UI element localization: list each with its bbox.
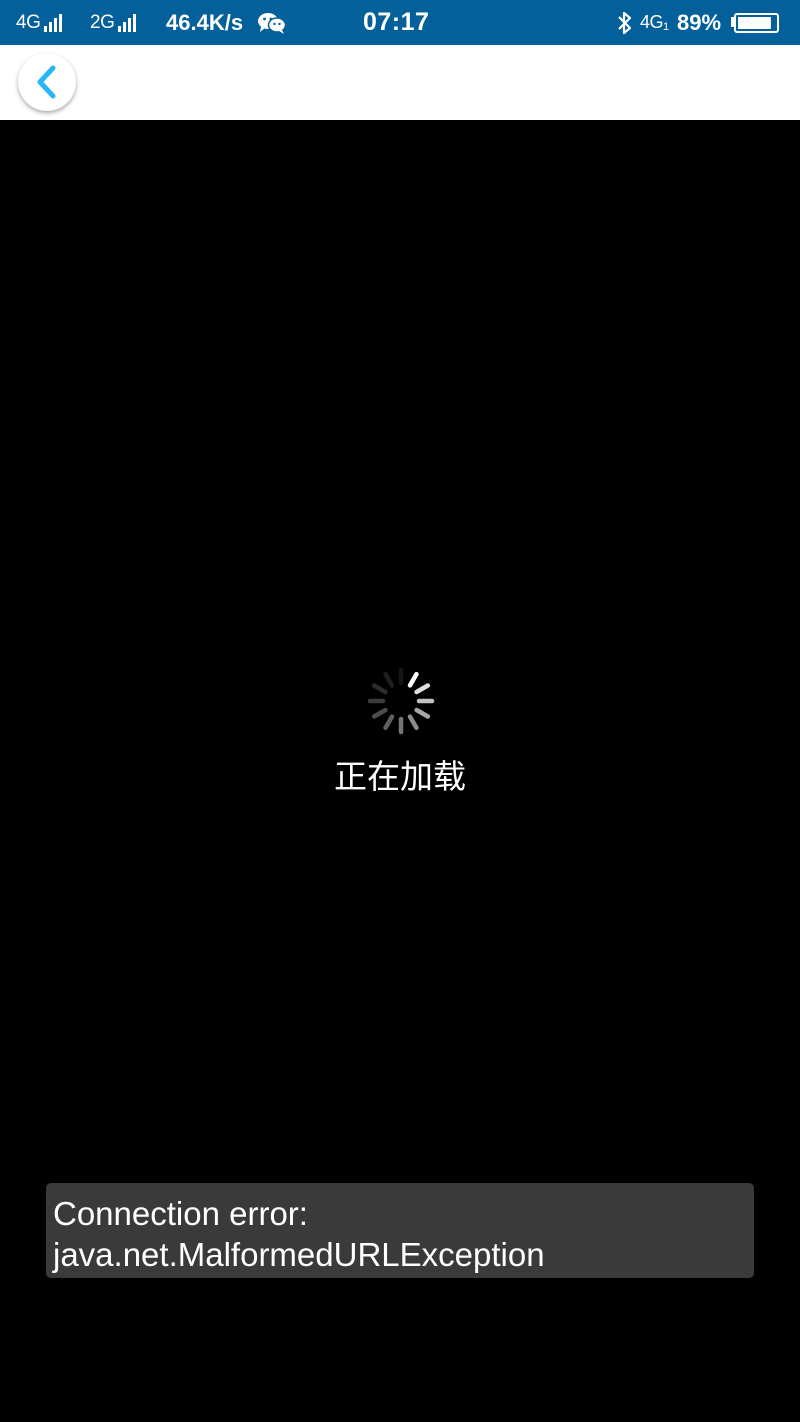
network-type-label: 2G xyxy=(90,11,115,33)
data-network-label: 4G xyxy=(640,12,664,32)
error-toast-line-2: java.net.MalformedURLException xyxy=(53,1236,545,1273)
signal-icon xyxy=(44,13,63,32)
data-sim-label: 1 xyxy=(663,20,669,33)
error-toast: Connection error: java.net.MalformedURLE… xyxy=(46,1183,754,1278)
loading-text: 正在加载 xyxy=(334,757,466,796)
status-bar: 4G 2G 46.4K/s 07:17 4G 1 89% xyxy=(0,0,800,45)
battery-percentage: 89% xyxy=(677,9,722,35)
network-indicator-sim1: 4G xyxy=(16,0,63,45)
network-indicator-sim2: 2G xyxy=(90,0,137,45)
chevron-left-icon xyxy=(37,65,56,99)
data-network-indicator: 4G 1 xyxy=(640,0,669,45)
network-type-label: 4G xyxy=(16,11,41,33)
network-speed: 46.4K/s xyxy=(166,9,244,35)
back-button[interactable] xyxy=(18,53,76,111)
loading-spinner-icon xyxy=(367,667,435,735)
app-header xyxy=(0,45,800,120)
wechat-icon xyxy=(257,0,287,45)
bluetooth-icon xyxy=(616,0,634,45)
battery-icon xyxy=(730,0,780,45)
clock: 07:17 xyxy=(363,8,430,36)
signal-icon xyxy=(118,13,137,32)
error-toast-line-1: Connection error: xyxy=(53,1195,308,1232)
